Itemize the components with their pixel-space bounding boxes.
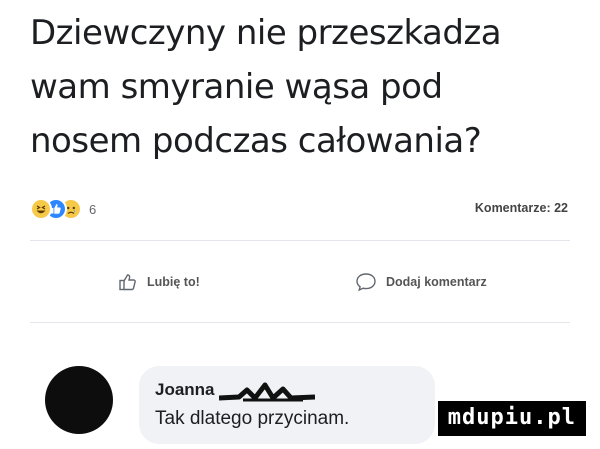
like-button[interactable]: Lubię to! xyxy=(118,272,200,292)
comment-author[interactable]: Joanna xyxy=(155,380,215,400)
thumbs-up-icon xyxy=(119,274,136,291)
censor-scribble-icon xyxy=(219,382,315,402)
comments-count[interactable]: Komentarze: 22 xyxy=(475,201,568,215)
comment-bubble-icon xyxy=(356,273,376,292)
haha-icon xyxy=(30,198,52,220)
like-button-label: Lubię to! xyxy=(147,275,200,289)
comment-text: Tak dlatego przycinam. xyxy=(155,408,350,429)
divider xyxy=(30,240,570,241)
avatar[interactable] xyxy=(45,366,113,434)
post-text-line-1: Dziewczyny nie przeszkadza xyxy=(30,13,502,53)
reactions-summary[interactable]: 6 xyxy=(30,197,96,221)
watermark-logo: mdupiu.pl xyxy=(437,401,586,436)
divider xyxy=(30,322,570,323)
add-comment-label: Dodaj komentarz xyxy=(386,275,487,289)
post-text: Dziewczyny nie przeszkadza wam smyranie … xyxy=(30,6,570,168)
post-text-line-2: wam smyranie wąsa pod xyxy=(30,67,443,107)
reaction-count: 6 xyxy=(89,201,97,217)
add-comment-button[interactable]: Dodaj komentarz xyxy=(355,272,487,292)
post-text-line-3: nosem podczas całowania? xyxy=(30,121,482,161)
comment-bubble: Joanna Tak dlatego przycinam. xyxy=(139,366,435,444)
